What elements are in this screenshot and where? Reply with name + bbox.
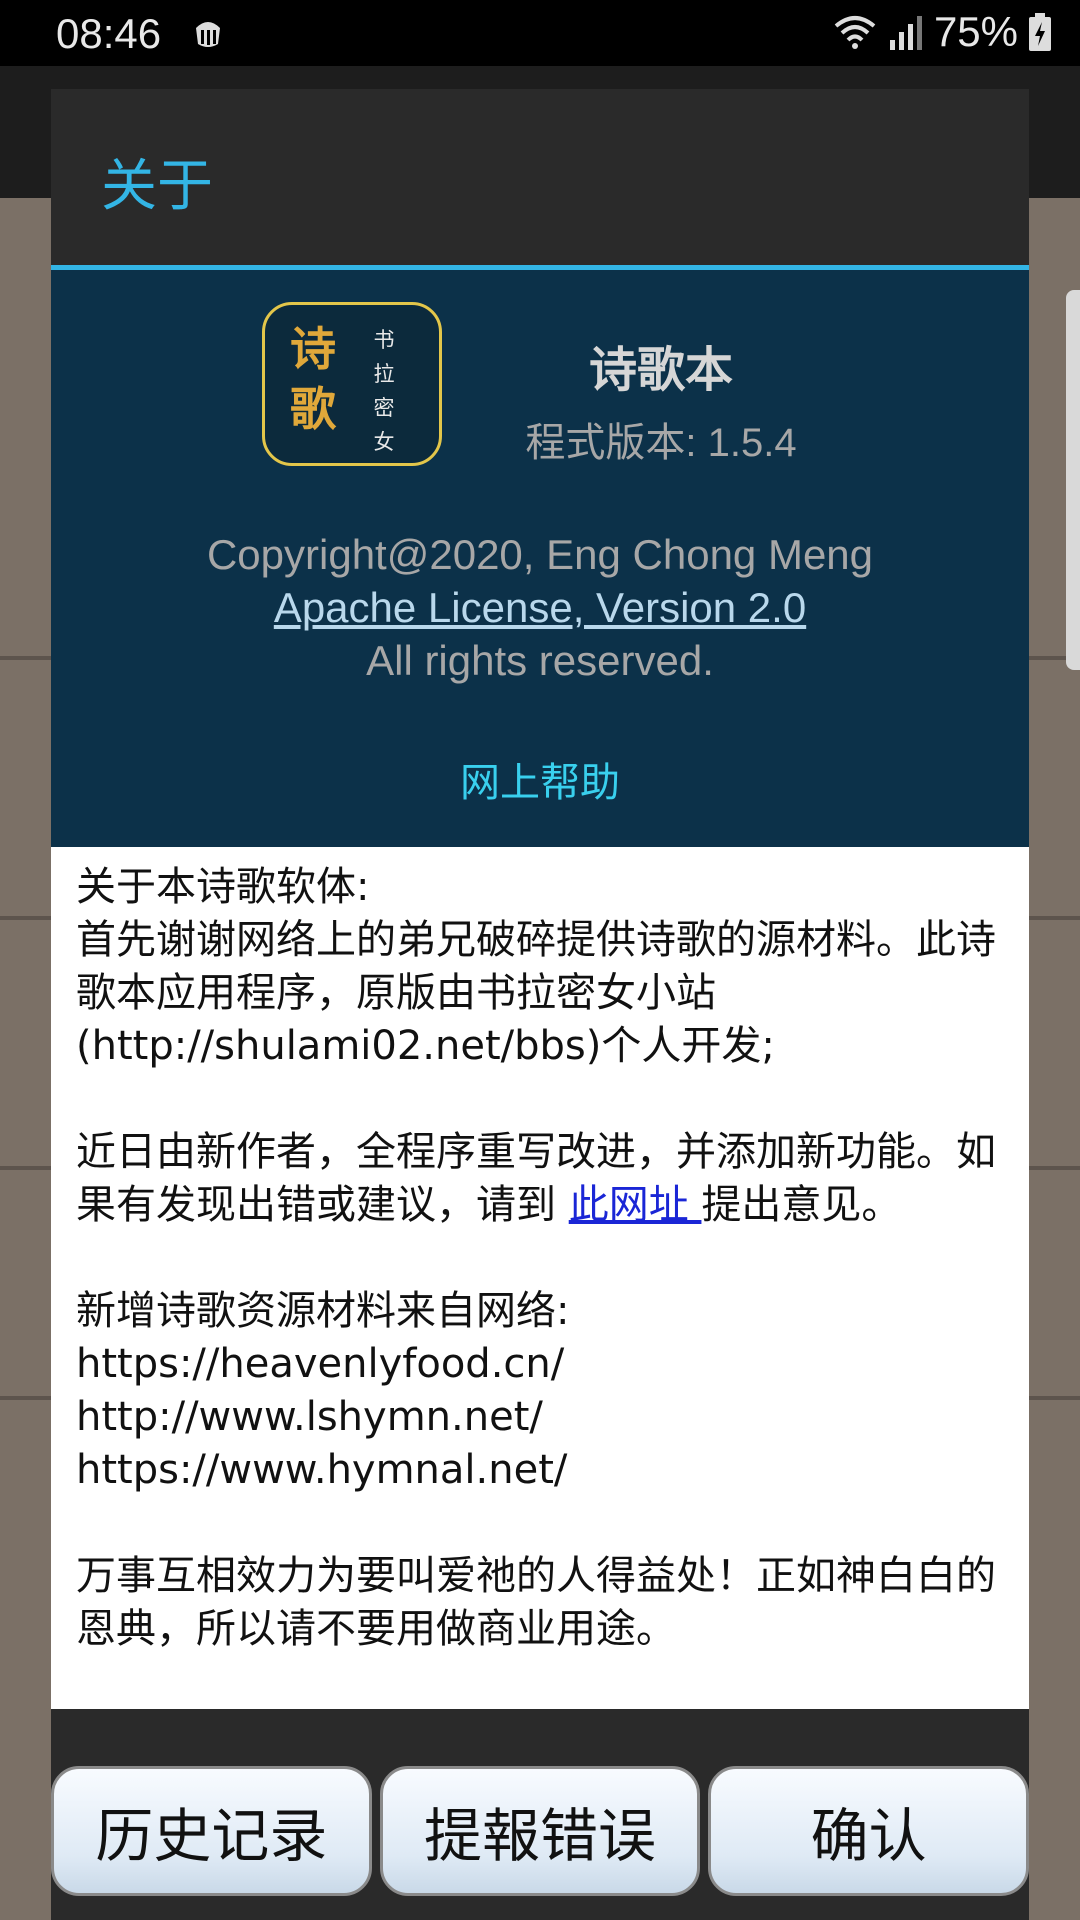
source-url: https://www.hymnal.net/ bbox=[76, 1447, 568, 1493]
source-url: https://heavenlyfood.cn/ bbox=[76, 1341, 565, 1387]
signal-icon bbox=[889, 16, 922, 50]
logo-small-text: 书 拉 密 女 bbox=[369, 323, 399, 459]
status-bar: 08:46 75% bbox=[0, 0, 1080, 66]
online-help-link[interactable]: 网上帮助 bbox=[51, 750, 1029, 808]
battery-percent: 75% bbox=[933, 8, 1018, 55]
battery-charging-icon bbox=[1029, 13, 1051, 51]
history-button[interactable]: 历史记录 bbox=[51, 1766, 372, 1896]
feedback-link[interactable]: 此网址 bbox=[569, 1182, 702, 1228]
about-content[interactable]: 关于本诗歌软体: 首先谢谢网络上的弟兄破碎提供诗歌的源材料。此诗歌本应用程序，原… bbox=[51, 847, 1029, 1709]
logo-char: 女 bbox=[373, 430, 395, 454]
logo-char: 诗 bbox=[290, 322, 336, 376]
content-text: 提出意见。 bbox=[701, 1182, 902, 1228]
about-panel: 诗 歌 书 拉 密 女 诗歌本 程式版本: 1.5.4 Copyright@20… bbox=[51, 270, 1029, 847]
about-text: 关于本诗歌软体: 首先谢谢网络上的弟兄破碎提供诗歌的源材料。此诗歌本应用程序，原… bbox=[76, 861, 1006, 1656]
background-scrollbar bbox=[1066, 290, 1080, 670]
rights-text: All rights reserved. bbox=[366, 637, 714, 684]
source-url: http://www.lshymn.net/ bbox=[76, 1394, 543, 1440]
license-link[interactable]: Apache License, Version 2.0 bbox=[274, 584, 806, 631]
status-time: 08:46 bbox=[56, 10, 162, 57]
logo-char: 密 bbox=[373, 396, 395, 420]
about-dialog: 关于 诗 歌 书 拉 密 女 诗歌本 程式版本: 1.5.4 Copyright… bbox=[51, 89, 1030, 1920]
content-paragraph: 万事互相效力为要叫爱祂的人得益处！正如神白白的恩典，所以请不要用做商业用途。 bbox=[76, 1553, 996, 1652]
content-heading: 关于本诗歌软体: bbox=[76, 864, 370, 910]
logo-char: 拉 bbox=[373, 362, 395, 386]
app-logo: 诗 歌 书 拉 密 女 bbox=[262, 302, 442, 466]
content-paragraph: 首先谢谢网络上的弟兄破碎提供诗歌的源材料。此诗歌本应用程序，原版由书拉密女小站(… bbox=[76, 917, 996, 1069]
app-version: 程式版本: 1.5.4 bbox=[525, 421, 797, 465]
logo-char: 歌 bbox=[290, 382, 336, 436]
wifi-icon bbox=[834, 16, 876, 49]
confirm-button[interactable]: 确认 bbox=[708, 1766, 1030, 1896]
button-bar: 历史记录 提報错误 确认 bbox=[51, 1766, 1030, 1906]
copyright-block: Copyright@2020, Eng Chong Meng Apache Li… bbox=[51, 528, 1029, 687]
logo-large-text: 诗 歌 bbox=[285, 319, 341, 439]
copyright-text: Copyright@2020, Eng Chong Meng bbox=[206, 531, 874, 578]
logo-char: 书 bbox=[373, 328, 395, 352]
app-name: 诗歌本 bbox=[588, 342, 733, 398]
content-heading: 新增诗歌资源材料来自网络: bbox=[76, 1288, 570, 1334]
report-error-button[interactable]: 提報错误 bbox=[379, 1766, 701, 1896]
dialog-title: 关于 bbox=[101, 154, 213, 219]
content-paragraph: 近日由新作者，全程序重写改进，并添加新功能。如果有发现出错或建议，请到 此网址 … bbox=[76, 1126, 1006, 1232]
notification-app-icon bbox=[196, 22, 220, 47]
